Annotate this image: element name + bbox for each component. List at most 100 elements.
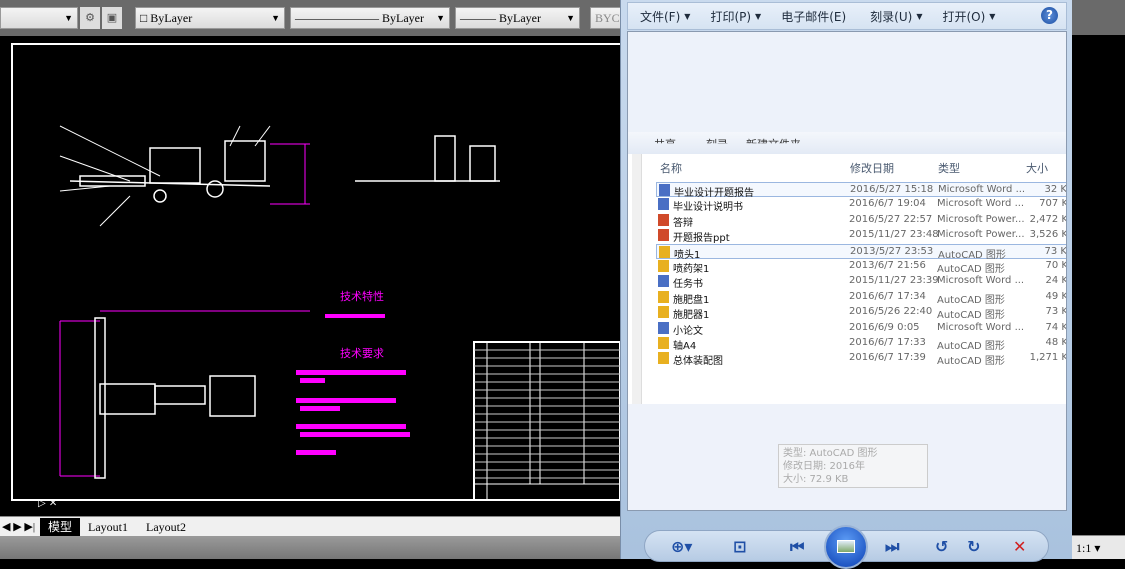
file-size: 1,271 K bbox=[1029, 352, 1067, 364]
dwg-file-icon bbox=[658, 306, 669, 319]
col-name: 名称 bbox=[660, 162, 682, 175]
file-type: AutoCAD 图形 bbox=[937, 294, 1005, 306]
displayed-image: 共享 刻录 新建文件夹 名称 修改日期 类型 大小 毕业设计开题报告 2016/… bbox=[627, 31, 1067, 511]
zoom-icon[interactable]: ⊕▾ bbox=[671, 537, 692, 556]
lineweight-dropdown[interactable]: ——— ByLayer ▼ bbox=[455, 7, 580, 29]
chevron-down-icon: ▼ bbox=[916, 11, 923, 21]
slideshow-icon bbox=[837, 540, 855, 553]
delete-icon[interactable]: ✕ bbox=[1013, 537, 1026, 556]
file-row[interactable]: 开题报告ppt 2015/11/27 23:48 Microsoft Power… bbox=[656, 228, 1067, 245]
previous-icon[interactable]: ⏮ bbox=[790, 537, 804, 557]
file-date: 2016/5/26 22:40 bbox=[849, 306, 933, 318]
file-row[interactable]: 毕业设计说明书 2016/6/7 19:04 Microsoft Word ..… bbox=[656, 197, 1067, 214]
rotate-right-icon[interactable]: ↻ bbox=[967, 537, 980, 556]
file-name: 答辩 bbox=[673, 217, 693, 229]
actual-size-icon[interactable]: ⊡ bbox=[733, 537, 746, 556]
slideshow-button[interactable] bbox=[824, 525, 868, 569]
gear-icon[interactable]: ⚙ bbox=[80, 7, 100, 29]
file-date: 2013/5/27 23:53 bbox=[850, 245, 934, 257]
file-type: Microsoft Word ... bbox=[937, 198, 1025, 210]
menu-print[interactable]: 打印(P) bbox=[710, 8, 751, 25]
file-type: AutoCAD 图形 bbox=[937, 264, 1005, 275]
file-date: 2016/6/7 17:34 bbox=[849, 290, 926, 302]
file-name: 总体装配图 bbox=[673, 356, 723, 368]
photo-viewer-window: 文件(F) ▼ 打印(P) ▼ 电子邮件(E) 刻录(U) ▼ 打开(O) ▼ ? 共享… bbox=[620, 0, 1072, 559]
file-row[interactable]: 答辩 2016/5/27 22:57 Microsoft Power... 2,… bbox=[656, 213, 1067, 229]
file-size: 49 K bbox=[1045, 290, 1067, 302]
file-type: Microsoft Power... bbox=[937, 213, 1025, 225]
file-row[interactable]: 喷药架1 2013/6/7 21:56 AutoCAD 图形 70 K bbox=[656, 259, 1067, 275]
layer-state-icon[interactable]: ▣ bbox=[102, 7, 122, 29]
cmd-share: 共享 bbox=[654, 138, 676, 151]
file-row[interactable]: 喷头1 2013/5/27 23:53 AutoCAD 图形 73 K bbox=[656, 243, 1067, 261]
tab-model[interactable]: 模型 bbox=[40, 518, 81, 536]
dwg-file-icon bbox=[658, 260, 669, 272]
file-row[interactable]: 施肥器1 2016/5/26 22:40 AutoCAD 图形 73 K bbox=[656, 305, 1067, 322]
ppt-file-icon bbox=[658, 229, 669, 242]
tab-scroll-arrows[interactable]: ◀ ▶ ▶| bbox=[0, 518, 37, 536]
file-size: 707 K bbox=[1039, 198, 1067, 210]
menu-email[interactable]: 电子邮件(E) bbox=[781, 8, 846, 25]
file-size: 73 K bbox=[1045, 306, 1067, 318]
file-name: 毕业设计说明书 bbox=[673, 202, 743, 214]
file-row[interactable]: 总体装配图 2016/6/7 17:39 AutoCAD 图形 1,271 K bbox=[656, 351, 1067, 368]
viewer-menubar: 文件(F) ▼ 打印(P) ▼ 电子邮件(E) 刻录(U) ▼ 打开(O) ▼ ? bbox=[627, 2, 1067, 30]
file-name: 施肥器1 bbox=[673, 310, 710, 322]
tab-layout2[interactable]: Layout2 bbox=[138, 518, 194, 536]
file-name: 开题报告ppt bbox=[673, 233, 730, 245]
file-tooltip: 类型: AutoCAD 图形 修改日期: 2016年 大小: 72.9 KB bbox=[778, 444, 928, 488]
file-size: 70 K bbox=[1045, 260, 1067, 271]
file-size: 24 K bbox=[1045, 275, 1067, 287]
chevron-down-icon: ▼ bbox=[755, 11, 762, 21]
file-size: 2,472 K bbox=[1029, 213, 1067, 225]
file-date: 2015/11/27 23:39 bbox=[849, 275, 939, 287]
file-date: 2016/6/7 17:33 bbox=[849, 337, 926, 348]
cad-background-strip bbox=[1072, 0, 1125, 559]
col-type: 类型 bbox=[938, 162, 960, 175]
layer-dropdown[interactable]: ▼ bbox=[0, 7, 78, 29]
dwg-file-icon bbox=[658, 290, 669, 303]
ucs-icon: ▷ ✕ bbox=[38, 498, 57, 509]
explorer-command-bar: 共享 刻录 新建文件夹 bbox=[628, 132, 1066, 154]
rotate-left-icon[interactable]: ↺ bbox=[935, 537, 948, 556]
file-type: Microsoft Power... bbox=[937, 229, 1025, 241]
machine-top-view bbox=[94, 317, 256, 479]
file-type: AutoCAD 图形 bbox=[937, 310, 1005, 322]
help-icon[interactable]: ? bbox=[1041, 7, 1058, 24]
requirements-text bbox=[296, 314, 410, 455]
tab-layout1[interactable]: Layout1 bbox=[80, 518, 136, 536]
file-row[interactable]: 施肥盘1 2016/6/7 17:34 AutoCAD 图形 49 K bbox=[656, 290, 1067, 306]
menu-open[interactable]: 打开(O) bbox=[942, 8, 985, 25]
explorer-file-list: 名称 修改日期 类型 大小 毕业设计开题报告 2016/5/27 15:18 M… bbox=[628, 154, 1067, 488]
col-size: 大小 bbox=[1026, 162, 1048, 175]
machine-side-view bbox=[69, 140, 271, 203]
chevron-down-icon: ▼ bbox=[989, 11, 996, 21]
heading-requirements: 技术要求 bbox=[340, 347, 384, 360]
file-row[interactable]: 小论文 2016/6/9 0:05 Microsoft Word ... 74 … bbox=[656, 321, 1066, 337]
linetype-dropdown[interactable]: ——————— ByLayer ▼ bbox=[290, 7, 450, 29]
cad-drawing-area[interactable]: 技术特性 技术要求 ▷ ✕ bbox=[0, 36, 623, 516]
file-size: 3,526 K bbox=[1029, 229, 1067, 241]
word-file-icon bbox=[658, 321, 669, 334]
file-size: 32 K bbox=[1044, 184, 1067, 195]
annotation-scale[interactable]: 1:1 ▾ bbox=[1072, 535, 1125, 559]
parts-list-rows bbox=[474, 349, 620, 479]
file-name: 任务书 bbox=[673, 279, 703, 291]
file-size: 48 K bbox=[1045, 337, 1067, 348]
drawing-border bbox=[11, 43, 623, 501]
file-size: 73 K bbox=[1044, 245, 1067, 257]
color-dropdown[interactable]: □ ByLayer ▼ bbox=[135, 7, 285, 29]
word-file-icon bbox=[659, 184, 670, 196]
dwg-file-icon bbox=[658, 337, 669, 349]
menu-file[interactable]: 文件(F) bbox=[640, 8, 680, 25]
menu-burn[interactable]: 刻录(U) bbox=[870, 8, 912, 25]
file-date: 2016/5/27 22:57 bbox=[849, 213, 933, 225]
file-row[interactable]: 任务书 2015/11/27 23:39 Microsoft Word ... … bbox=[656, 274, 1067, 291]
heading-characteristics: 技术特性 bbox=[340, 289, 384, 303]
explorer-top bbox=[628, 32, 1066, 132]
file-row[interactable]: 轴A4 2016/6/7 17:33 AutoCAD 图形 48 K bbox=[656, 336, 1067, 352]
file-row[interactable]: 毕业设计开题报告 2016/5/27 15:18 Microsoft Word … bbox=[656, 182, 1067, 199]
file-type: Microsoft Word ... bbox=[937, 275, 1025, 287]
drawing-canvas: 技术特性 技术要求 ▷ ✕ bbox=[11, 43, 623, 509]
next-icon[interactable]: ⏭ bbox=[885, 537, 899, 557]
